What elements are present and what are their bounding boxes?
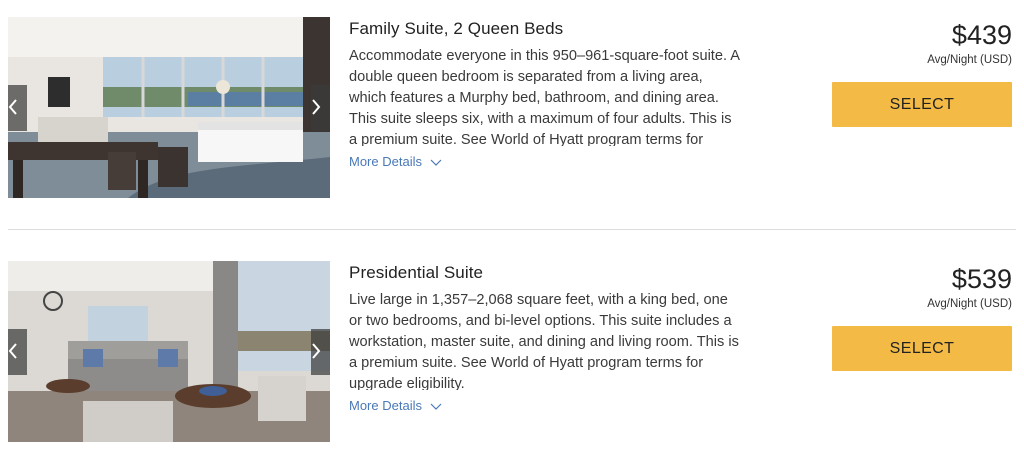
carousel-prev-button[interactable] xyxy=(8,329,27,375)
carousel-next-button[interactable] xyxy=(311,329,330,375)
more-details-link[interactable]: More Details xyxy=(349,154,442,169)
room-card-presidential-suite: Presidential Suite Live large in 1,357–2… xyxy=(0,256,1024,446)
room-price: $539 xyxy=(951,264,1012,294)
chevron-right-icon xyxy=(312,99,321,115)
price-note: Avg/Night (USD) xyxy=(927,298,1012,310)
select-button[interactable]: SELECT xyxy=(832,326,1012,371)
chevron-right-icon xyxy=(312,343,321,359)
room-card-family-suite: Family Suite, 2 Queen Beds Accommodate e… xyxy=(0,12,1024,202)
more-details-link[interactable]: More Details xyxy=(349,398,442,413)
price-note: Avg/Night (USD) xyxy=(927,54,1012,66)
select-button[interactable]: SELECT xyxy=(832,82,1012,127)
chevron-down-icon xyxy=(430,403,442,410)
carousel-prev-button[interactable] xyxy=(8,85,27,131)
carousel-next-button[interactable] xyxy=(311,85,330,131)
room-photo-carousel[interactable] xyxy=(8,17,330,198)
chevron-down-icon xyxy=(430,159,442,166)
family-suite-photo xyxy=(8,17,330,198)
divider xyxy=(8,229,1016,230)
room-photo-carousel[interactable] xyxy=(8,261,330,442)
chevron-left-icon xyxy=(8,99,17,115)
more-details-label: More Details xyxy=(349,398,422,413)
room-price: $439 xyxy=(951,20,1012,50)
presidential-suite-photo xyxy=(8,261,330,442)
room-description: Live large in 1,357–2,068 square feet, w… xyxy=(349,292,739,390)
room-title: Family Suite, 2 Queen Beds xyxy=(349,19,564,38)
room-title: Presidential Suite xyxy=(349,263,484,282)
room-description: Accommodate everyone in this 950–961-squ… xyxy=(349,48,740,146)
more-details-label: More Details xyxy=(349,154,422,169)
chevron-left-icon xyxy=(8,343,17,359)
